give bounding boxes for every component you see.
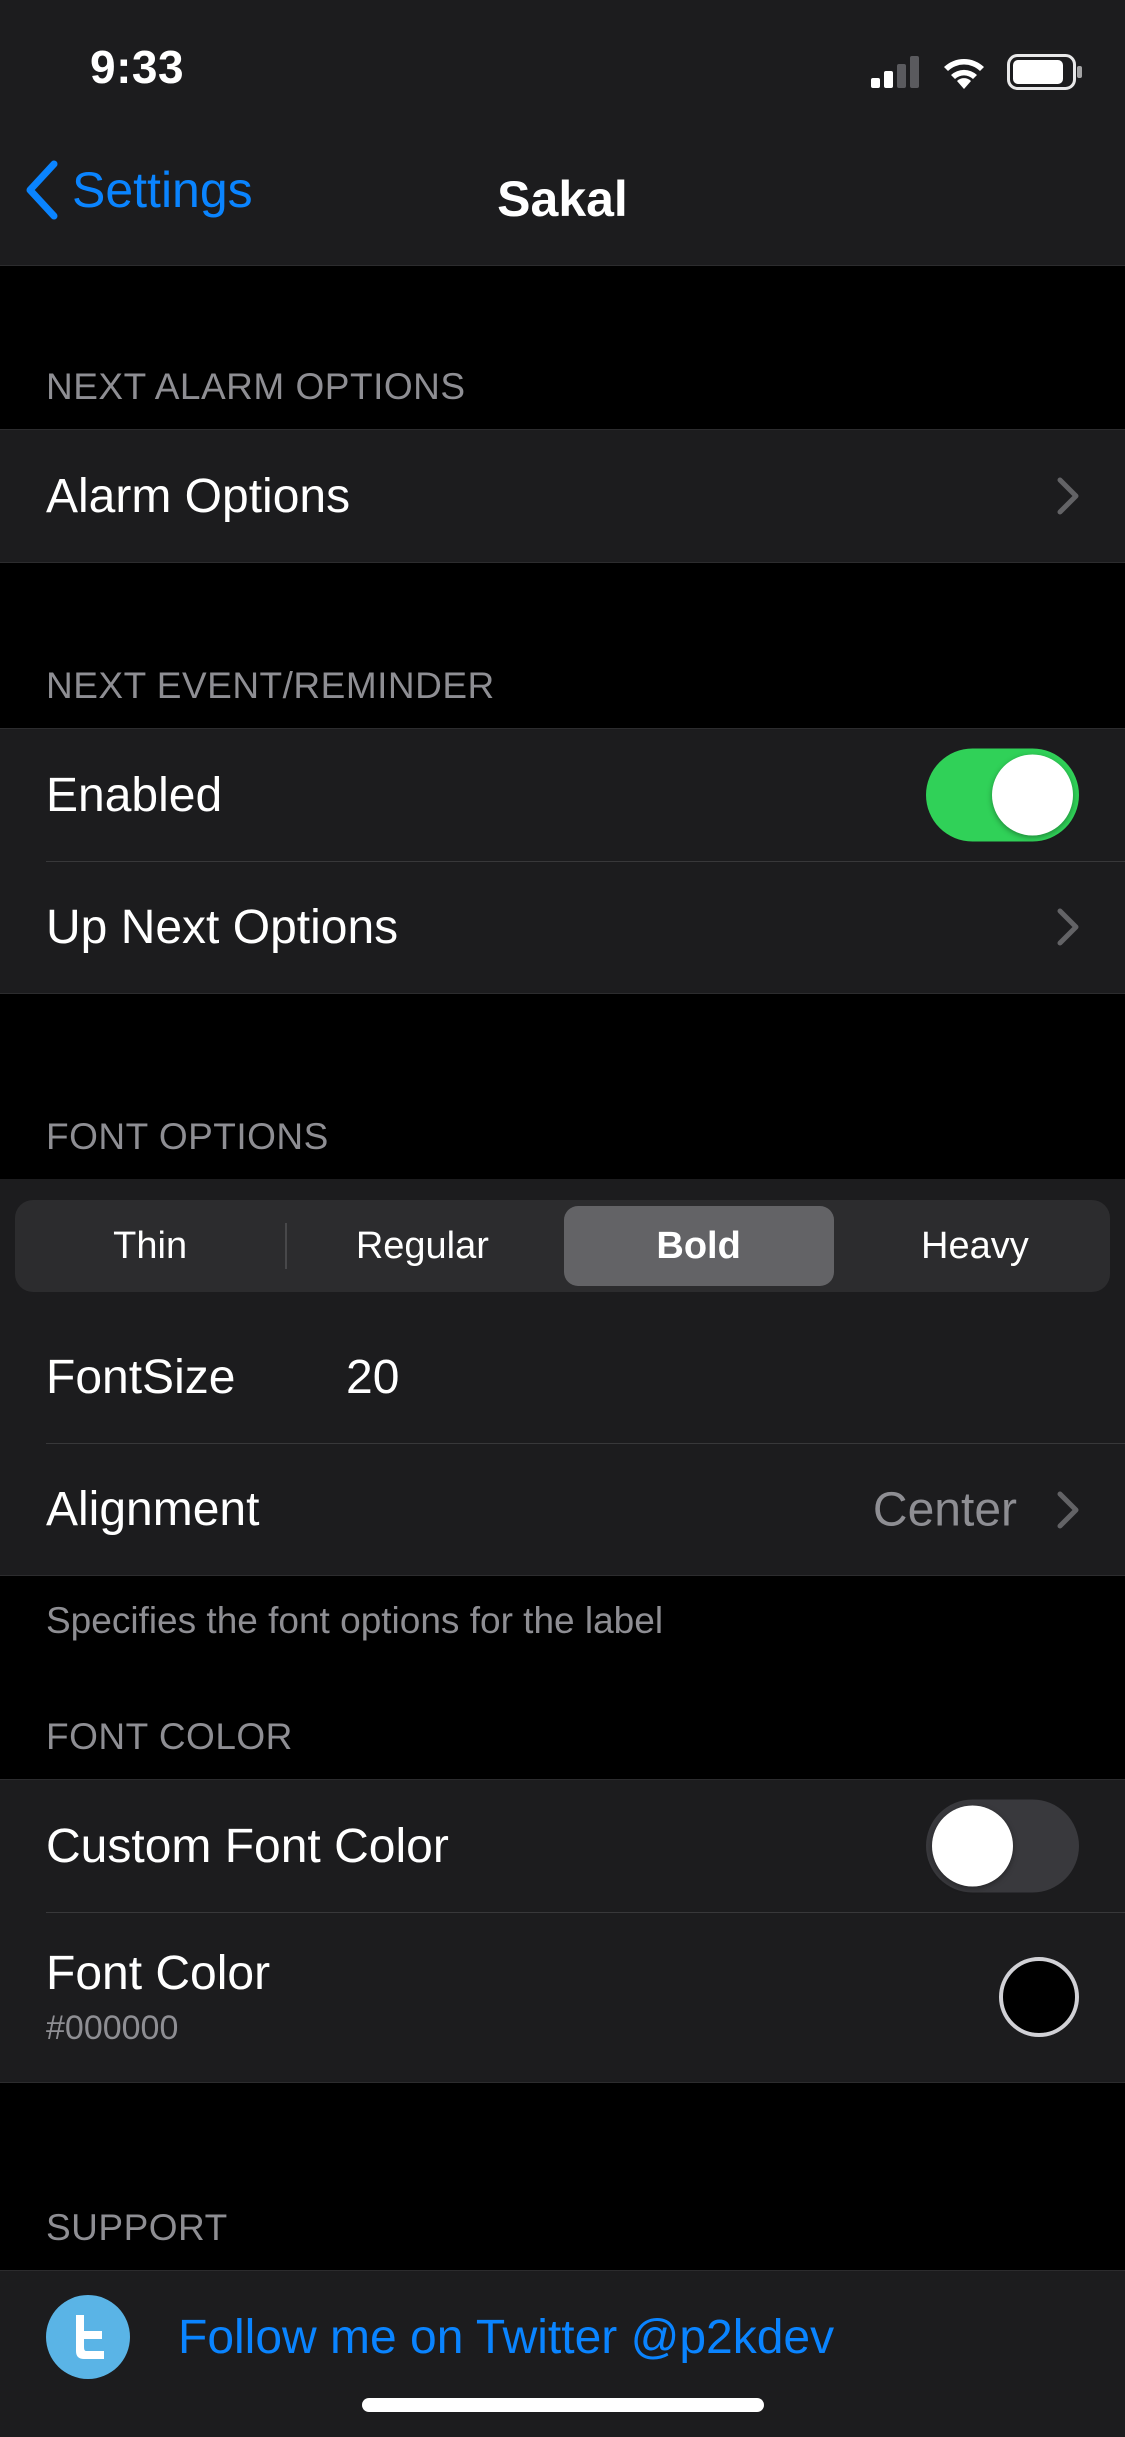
segment-regular[interactable]: Regular [287, 1200, 557, 1292]
alignment-value: Center [872, 1483, 1017, 1536]
segment-bold[interactable]: Bold [563, 1206, 834, 1286]
section-header-font-color: FONT COLOR [46, 1716, 293, 1757]
enabled-label: Enabled [46, 768, 223, 822]
group-next-event: Enabled Up Next Options [0, 728, 1125, 994]
up-next-options-label: Up Next Options [46, 900, 399, 954]
enabled-toggle[interactable] [926, 748, 1079, 842]
status-time: 9:33 [90, 41, 185, 93]
segment-heavy[interactable]: Heavy [840, 1200, 1110, 1292]
segment-thin[interactable]: Thin [15, 1200, 285, 1292]
toggle-knob [932, 1805, 1013, 1887]
chevron-right-icon [1057, 477, 1079, 515]
font-color-row[interactable]: Font Color #000000 [0, 1912, 1125, 2082]
custom-font-color-row: Custom Font Color [0, 1780, 1125, 1912]
custom-font-color-label: Custom Font Color [46, 1819, 449, 1873]
up-next-options-row[interactable]: Up Next Options [0, 861, 1125, 993]
alarm-options-row[interactable]: Alarm Options [0, 430, 1125, 562]
twitter-row[interactable]: Follow me on Twitter @p2kdev [0, 2271, 1125, 2403]
home-indicator[interactable] [362, 2398, 764, 2412]
font-size-input[interactable]: 20 [346, 1350, 399, 1405]
section-header-font-options: FONT OPTIONS [46, 1116, 329, 1157]
group-font-color: Custom Font Color Font Color #000000 [0, 1779, 1125, 2083]
twitter-link: Follow me on Twitter @p2kdev [178, 2310, 835, 2364]
page-title: Sakal [497, 171, 628, 227]
group-next-alarm: Alarm Options [0, 429, 1125, 563]
font-size-label: FontSize [46, 1350, 236, 1404]
font-color-hex: #000000 [46, 2009, 179, 2047]
twitter-icon [46, 2295, 130, 2379]
alarm-options-label: Alarm Options [46, 469, 351, 523]
color-swatch[interactable] [999, 1957, 1079, 2037]
toggle-knob [992, 754, 1073, 836]
signal-icon [871, 56, 919, 88]
enabled-row: Enabled [0, 729, 1125, 861]
wifi-icon [944, 59, 984, 89]
font-color-label: Font Color [46, 1947, 271, 2000]
font-size-row: FontSize 20 [0, 1311, 1125, 1443]
custom-font-color-toggle[interactable] [926, 1799, 1079, 1893]
section-header-next-event: NEXT EVENT/REMINDER [46, 665, 495, 706]
font-weight-segmented-control: Thin Regular Bold Heavy [15, 1200, 1110, 1292]
section-header-next-alarm: NEXT ALARM OPTIONS [46, 366, 466, 407]
battery-icon [1007, 54, 1082, 90]
alignment-row-inner: Alignment Center [0, 1444, 1125, 1575]
alignment-row[interactable]: Alignment Center [0, 1444, 1125, 1575]
section-header-support: SUPPORT [46, 2207, 228, 2248]
alignment-label: Alignment [46, 1483, 260, 1536]
status-icons [871, 52, 1083, 92]
chevron-right-icon [1057, 1491, 1079, 1528]
font-options-footer: Specifies the font options for the label [46, 1600, 664, 1641]
font-size-row-inner: FontSize 20 [0, 1311, 1125, 1443]
navigation-bar: 9:33 Settings Sakal [0, 0, 1125, 266]
chevron-right-icon [1057, 908, 1079, 946]
